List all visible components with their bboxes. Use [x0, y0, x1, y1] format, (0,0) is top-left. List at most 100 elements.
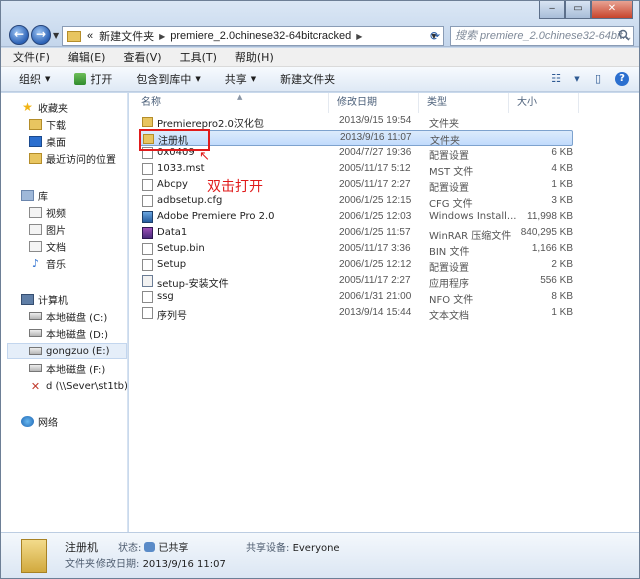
help-icon[interactable]: ? [615, 72, 629, 86]
nav-computer[interactable]: 计算机 [21, 291, 68, 307]
address-segment-parent[interactable]: 新建文件夹 [99, 28, 154, 44]
picture-icon [29, 223, 42, 235]
column-header-name[interactable]: 名称 ▲ [133, 93, 329, 113]
open-icon [74, 73, 87, 85]
share-button[interactable]: 共享 ▼ [225, 71, 256, 87]
file-row[interactable]: adbsetup.cfg 2006/1/25 12:15 CFG 文件 3 KB [139, 194, 573, 210]
folder-icon [67, 30, 81, 42]
file-date: 2006/1/25 12:03 [339, 211, 412, 222]
file-type: 文件夹 [430, 136, 460, 147]
file-name: 1033.mst [157, 163, 205, 174]
file-row[interactable]: Abcpy 2005/11/17 2:27 配置设置 1 KB [139, 178, 573, 194]
chevron-right-icon[interactable]: ▶ [159, 32, 165, 41]
menu-view[interactable]: 查看(V) [123, 49, 161, 65]
details-pane: 注册机 文件夹 状态: 已共享 修改日期: 2013/9/16 11:07 共享设… [1, 532, 639, 578]
organize-label: 组织 [19, 73, 41, 86]
file-size: 2 KB [551, 259, 573, 270]
file-name: 序列号 [157, 311, 187, 322]
column-header-size[interactable]: 大小 [509, 93, 579, 113]
computer-icon [21, 293, 34, 305]
nav-favorites[interactable]: ★ 收藏夹 [21, 99, 68, 115]
preview-pane-icon[interactable]: ▯ [591, 72, 605, 86]
nav-drive-c[interactable]: 本地磁盘 (C:) [29, 308, 107, 324]
menu-edit[interactable]: 编辑(E) [68, 49, 106, 65]
file-size: 840,295 KB [520, 227, 573, 238]
library-icon [21, 189, 34, 201]
file-row[interactable]: Setup.bin 2005/11/17 3:36 BIN 文件 1,166 KB [139, 242, 573, 258]
column-header-type[interactable]: 类型 [419, 93, 509, 113]
menu-help[interactable]: 帮助(H) [235, 49, 274, 65]
column-header-date[interactable]: 修改日期 [329, 93, 419, 113]
maximize-button[interactable]: ▭ [565, 1, 591, 19]
nav-recent[interactable]: 最近访问的位置 [29, 150, 116, 166]
forward-button[interactable]: → [31, 25, 51, 45]
file-icon [142, 195, 153, 207]
address-prefix[interactable]: « [87, 30, 93, 42]
nav-network-drive[interactable]: ✕ d (\\Sever\st1tb) ( [29, 378, 127, 394]
close-button[interactable]: ✕ [591, 1, 633, 19]
file-date: 2005/11/17 3:36 [339, 243, 411, 254]
history-dropdown-icon[interactable]: ▼ [53, 31, 59, 40]
column-date-label: 修改日期 [337, 97, 377, 108]
nav-downloads-label: 下载 [46, 120, 66, 132]
file-size: 556 KB [540, 275, 573, 286]
nav-music[interactable]: ♪ 音乐 [29, 255, 66, 271]
details-status-value: 已共享 [158, 543, 189, 554]
file-row[interactable]: Data1 2006/1/25 11:57 WinRAR 压缩文件 840,295 K… [139, 226, 573, 242]
include-library-button[interactable]: 包含到库中 ▼ [136, 71, 200, 87]
nav-drive-f[interactable]: 本地磁盘 (F:) [29, 360, 105, 376]
refresh-icon[interactable]: ⟳ [426, 26, 444, 46]
view-dropdown-icon[interactable]: ▼ [573, 72, 581, 86]
nav-computer-label: 计算机 [38, 295, 68, 307]
back-button[interactable]: ← [9, 25, 29, 45]
chevron-right-icon[interactable]: ▶ [356, 32, 362, 41]
nav-drive-e[interactable]: gongzuo (E:) [7, 343, 127, 359]
file-row[interactable]: ssg 2006/1/31 21:00 NFO 文件 8 KB [139, 290, 573, 306]
nav-drive-d[interactable]: 本地磁盘 (D:) [29, 325, 108, 341]
search-icon[interactable] [618, 29, 630, 41]
file-date: 2006/1/25 12:15 [339, 195, 412, 206]
nav-drive-e-label: gongzuo (E:) [46, 345, 110, 357]
folder-icon [21, 539, 47, 573]
desktop-icon [29, 135, 42, 147]
file-row[interactable]: setup-安装文件 2005/11/17 2:27 应用程序 556 KB [139, 274, 573, 290]
drive-icon [29, 347, 42, 355]
nav-pictures[interactable]: 图片 [29, 221, 66, 237]
address-segment-current[interactable]: premiere_2.0chinese32-64bitcracked [170, 30, 351, 42]
organize-button[interactable]: 组织 ▼ [19, 71, 50, 87]
file-row[interactable]: Premierepro2.0汉化包 2013/9/15 19:54 文件夹 [139, 114, 573, 130]
file-date: 2006/1/25 12:12 [339, 259, 412, 270]
nav-videos[interactable]: 视频 [29, 204, 66, 220]
file-row[interactable]: Adobe Premiere Pro 2.0 2006/1/25 12:03 Win… [139, 210, 573, 226]
menu-file[interactable]: 文件(F) [13, 49, 50, 65]
file-name: setup-安装文件 [157, 279, 229, 290]
nav-network[interactable]: 网络 [21, 413, 58, 429]
file-name: Adobe Premiere Pro 2.0 [157, 211, 275, 222]
share-label: 共享 [224, 73, 247, 86]
nav-libraries[interactable]: 库 [21, 187, 48, 203]
folder-icon [29, 118, 42, 130]
nav-desktop[interactable]: 桌面 [29, 133, 66, 149]
file-row[interactable]: 1033.mst 2005/11/17 5:12 MST 文件 4 KB [139, 162, 573, 178]
open-button[interactable]: 打开 [74, 71, 112, 87]
file-type: Windows Install... [429, 211, 517, 222]
file-name: Data1 [157, 227, 188, 238]
nav-documents-label: 文档 [46, 242, 66, 254]
minimize-button[interactable]: ‒ [539, 1, 565, 19]
file-name: Premierepro2.0汉化包 [157, 119, 264, 130]
file-row[interactable]: 序列号 2013/9/14 15:44 文本文档 1 KB [139, 306, 573, 322]
file-type: MST 文件 [429, 167, 474, 178]
nav-network-label: 网络 [38, 417, 58, 429]
file-row[interactable]: Setup 2006/1/25 12:12 配置设置 2 KB [139, 258, 573, 274]
file-size: 3 KB [551, 195, 573, 206]
video-icon [29, 206, 42, 218]
address-bar[interactable]: « 新建文件夹 ▶ premiere_2.0chinese32-64bitcra… [62, 26, 444, 46]
details-modified-label: 修改日期: [96, 559, 140, 570]
file-name: ssg [157, 291, 174, 302]
nav-downloads[interactable]: 下载 [29, 116, 66, 132]
view-options-icon[interactable]: ☷ [549, 72, 563, 86]
new-folder-button[interactable]: 新建文件夹 [280, 71, 335, 87]
nav-documents[interactable]: 文档 [29, 238, 66, 254]
menu-tools[interactable]: 工具(T) [180, 49, 217, 65]
search-input[interactable]: 搜索 premiere_2.0chinese32-64bit... [450, 26, 634, 46]
